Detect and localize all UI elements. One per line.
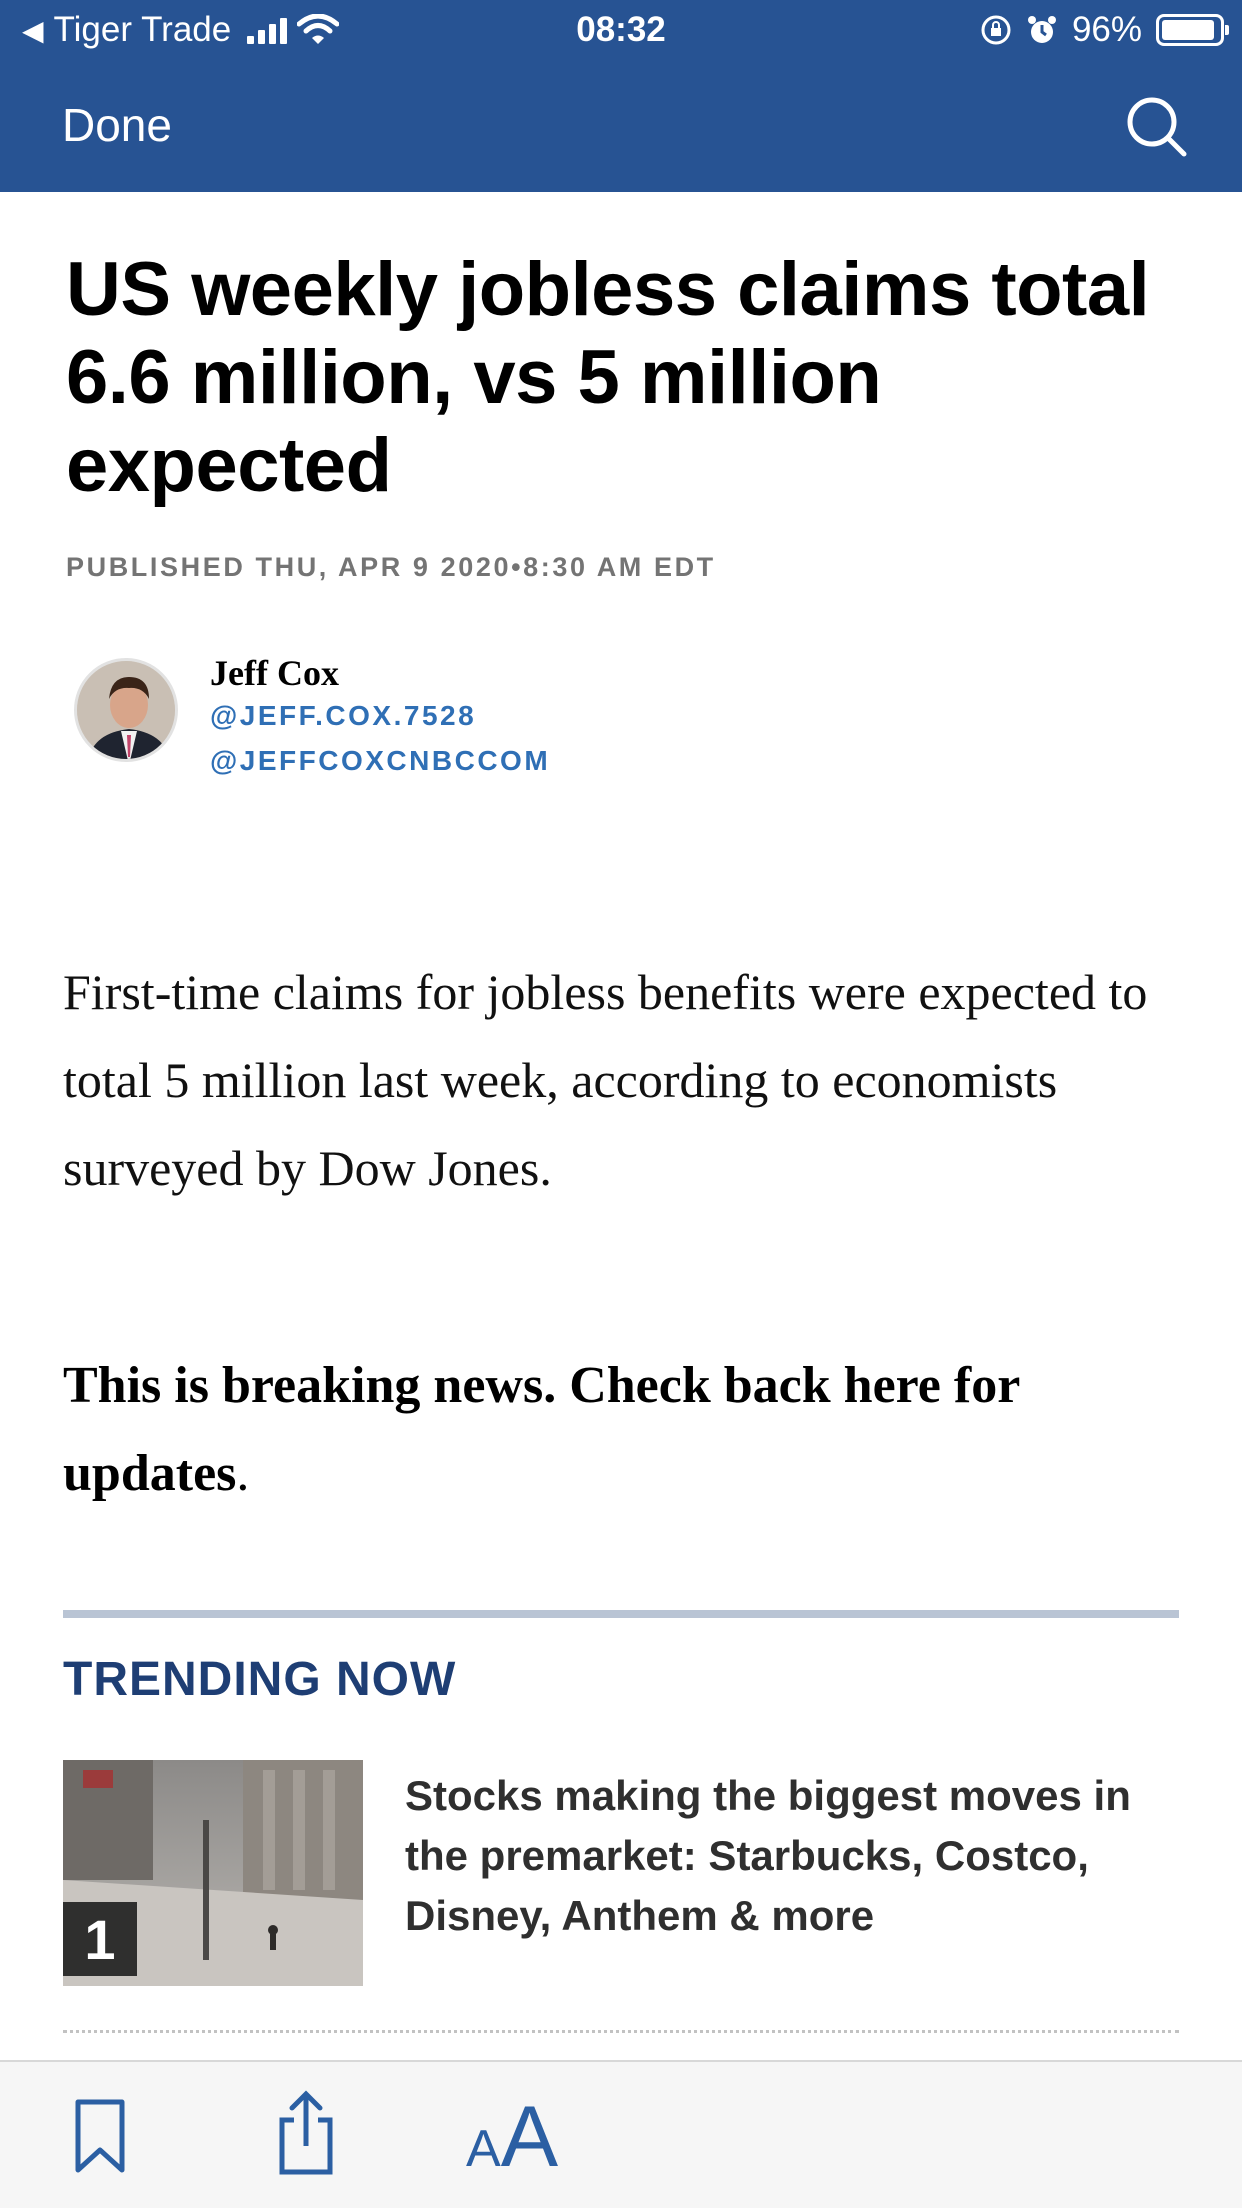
share-icon[interactable] xyxy=(276,2090,336,2176)
battery-percent: 96% xyxy=(1071,10,1142,49)
author-facebook-handle[interactable]: @JEFF.COX.7528 xyxy=(210,700,476,732)
alarm-icon xyxy=(1027,16,1056,43)
breaking-news-period: . xyxy=(236,1445,250,1502)
rotation-lock-icon xyxy=(981,15,1011,45)
bottom-toolbar: AA xyxy=(0,2060,1242,2208)
avatar-image xyxy=(77,661,175,759)
article-body-paragraph: First-time claims for jobless benefits w… xyxy=(63,964,1148,1196)
trending-item-headline[interactable]: Stocks making the biggest moves in the p… xyxy=(405,1766,1175,1946)
done-button[interactable]: Done xyxy=(62,98,172,152)
status-bar: ◀ Tiger Trade 08:32 96% xyxy=(0,0,1242,62)
trending-rank-badge: 1 xyxy=(63,1902,137,1976)
article-headline: US weekly jobless claims total 6.6 milli… xyxy=(66,247,1150,508)
trending-item-thumbnail[interactable]: 1 xyxy=(63,1760,363,1986)
trending-item-separator xyxy=(63,2030,1179,2033)
section-divider xyxy=(63,1610,1179,1618)
published-date: PUBLISHED THU, APR 9 2020•8:30 AM EDT xyxy=(66,552,716,582)
bookmark-icon[interactable] xyxy=(74,2098,126,2174)
top-bar: ◀ Tiger Trade 08:32 96% Done xyxy=(0,0,1242,192)
text-size-large-glyph: A xyxy=(500,2089,559,2185)
text-size-button[interactable]: AA xyxy=(466,2088,558,2187)
search-icon[interactable] xyxy=(1126,96,1188,158)
author-twitter-handle[interactable]: @JEFFCOXCNBCCOM xyxy=(210,745,550,777)
trending-title: TRENDING NOW xyxy=(63,1653,457,1706)
breaking-news-text: This is breaking news. Check back here f… xyxy=(63,1357,1020,1502)
author-name[interactable]: Jeff Cox xyxy=(210,652,339,694)
status-right: 96% xyxy=(980,10,1229,50)
battery-icon xyxy=(1156,14,1229,46)
text-size-small-glyph: A xyxy=(466,2120,501,2178)
author-avatar[interactable] xyxy=(74,658,178,762)
breaking-news-note: This is breaking news. Check back here f… xyxy=(63,1342,1173,1518)
app-root: ◀ Tiger Trade 08:32 96% Done US weekly j… xyxy=(0,0,1242,2208)
